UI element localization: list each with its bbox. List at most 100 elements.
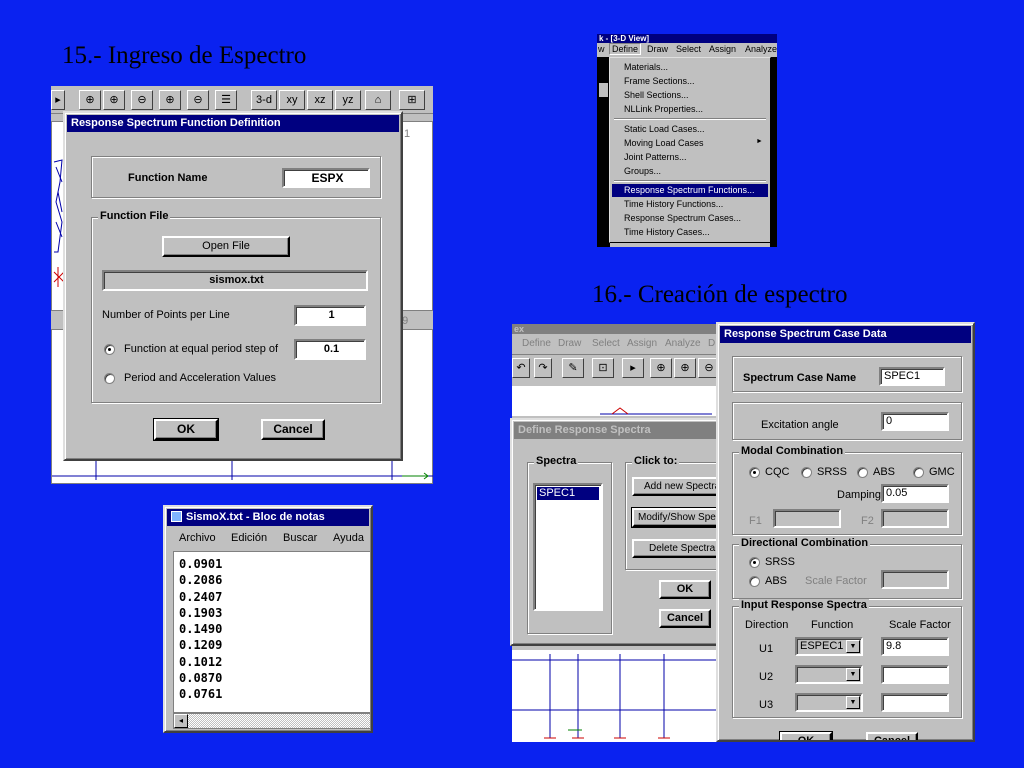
excitation-angle-input[interactable]: 0: [881, 412, 949, 431]
menu-edicion[interactable]: Edición: [231, 532, 267, 544]
u2-scale-input[interactable]: [881, 665, 949, 684]
chevron-down-icon[interactable]: ▼: [846, 696, 860, 709]
u1-scale-input[interactable]: 9.8: [881, 637, 949, 656]
zoom-in-icon[interactable]: ⊕: [674, 358, 696, 378]
period-step-input[interactable]: 0.1: [294, 339, 366, 360]
cad-view-bottom[interactable]: [512, 650, 724, 742]
open-file-button[interactable]: Open File: [162, 236, 290, 257]
pan-icon[interactable]: ☰: [215, 90, 237, 110]
menu-item-materials[interactable]: Materials...: [624, 62, 668, 72]
menubar-assign[interactable]: Assign: [709, 44, 736, 54]
function-name-input[interactable]: ESPX: [282, 168, 370, 188]
chevron-down-icon[interactable]: ▼: [846, 640, 860, 653]
equal-period-radio[interactable]: [104, 344, 115, 355]
menu-item-nllink-properties[interactable]: NLLink Properties...: [624, 104, 703, 114]
drs-title: Define Response Spectra: [514, 422, 720, 439]
damping-input[interactable]: 0.05: [881, 484, 949, 503]
notepad-menubar: Archivo Edición Buscar Ayuda: [167, 529, 371, 547]
menu-item-static-load-cases[interactable]: Static Load Cases...: [624, 124, 705, 134]
menubar-w[interactable]: w: [598, 44, 605, 54]
spectra-list[interactable]: SPEC1: [533, 483, 603, 611]
case-name-input[interactable]: SPEC1: [879, 367, 945, 386]
redo-icon[interactable]: ↷: [534, 358, 552, 378]
zoom-in-step-icon[interactable]: ⊕: [159, 90, 181, 110]
col-scale-header: Scale Factor: [889, 619, 951, 631]
define-menu-screenshot: k - [3-D View] w Define Draw Select Assi…: [597, 34, 777, 247]
u3-function-select[interactable]: ▼: [795, 693, 863, 712]
modal-srss-radio[interactable]: [801, 467, 812, 478]
zoom-out-step-icon[interactable]: ⊖: [187, 90, 209, 110]
menu-item-response-spectrum-functions[interactable]: Response Spectrum Functions...: [624, 185, 755, 195]
undo-icon[interactable]: ↶: [512, 358, 530, 378]
notepad-text-area[interactable]: 0.0901 0.2086 0.2407 0.1903 0.1490 0.120…: [173, 551, 371, 713]
file-name-display: sismox.txt: [102, 270, 368, 291]
menu-item-response-spectrum-cases[interactable]: Response Spectrum Cases...: [624, 213, 741, 223]
spectra-list-item[interactable]: SPEC1: [537, 487, 599, 500]
view-3d-button[interactable]: 3-d: [251, 90, 277, 110]
menubar-select[interactable]: Select: [676, 44, 701, 54]
modal-cqc-radio[interactable]: [749, 467, 760, 478]
chevron-down-icon[interactable]: ▼: [846, 668, 860, 681]
lock-icon[interactable]: ⊡: [592, 358, 614, 378]
pane-number-top: 1: [404, 128, 411, 140]
period-acceleration-radio[interactable]: [104, 373, 115, 384]
modal-gmc-radio[interactable]: [913, 467, 924, 478]
view-xy-button[interactable]: xy: [279, 90, 305, 110]
menubar-assign[interactable]: Assign: [627, 338, 657, 349]
modify-show-spectra-button[interactable]: Modify/Show Spectra: [631, 507, 722, 528]
menu-archivo[interactable]: Archivo: [179, 532, 216, 544]
view-xz-button[interactable]: xz: [307, 90, 333, 110]
zoom-window-icon[interactable]: ⊕: [650, 358, 672, 378]
rscd-cancel-button[interactable]: Cancel: [866, 732, 918, 740]
add-new-spectra-button[interactable]: Add new Spectra: [632, 477, 722, 496]
menubar-draw[interactable]: Draw: [647, 44, 668, 54]
notepad-horizontal-scrollbar[interactable]: ◂: [173, 713, 371, 729]
u2-function-select[interactable]: ▼: [795, 665, 863, 684]
menu-ayuda[interactable]: Ayuda: [333, 532, 364, 544]
modal-combination-label: Modal Combination: [739, 445, 846, 457]
menu-item-shell-sections[interactable]: Shell Sections...: [624, 90, 689, 100]
ok-button[interactable]: OK: [153, 418, 219, 441]
menu-item-moving-load-cases[interactable]: Moving Load Cases: [624, 138, 704, 148]
points-per-line-input[interactable]: 1: [294, 305, 366, 326]
menubar-select[interactable]: Select: [592, 338, 620, 349]
dir-srss-radio[interactable]: [749, 557, 760, 568]
scroll-left-arrow-icon[interactable]: ◂: [174, 714, 188, 728]
perspective-icon[interactable]: ⌂: [365, 90, 391, 110]
menu-item-time-history-functions[interactable]: Time History Functions...: [624, 199, 723, 209]
delete-spectra-button[interactable]: Delete Spectra: [632, 539, 722, 558]
u2-label: U2: [759, 671, 774, 683]
snap-grid-icon[interactable]: ⊞: [399, 90, 425, 110]
zoom-window-icon[interactable]: ⊕: [79, 90, 101, 110]
pencil-icon[interactable]: ✎: [562, 358, 584, 378]
dir-abs-radio[interactable]: [749, 576, 760, 587]
u3-scale-input[interactable]: [881, 693, 949, 712]
u1-function-select[interactable]: ESPEC1 ▼: [795, 637, 863, 656]
run-icon[interactable]: ▸: [622, 358, 644, 378]
view-yz-button[interactable]: yz: [335, 90, 361, 110]
menubar-analyze[interactable]: Analyze: [665, 338, 701, 349]
zoom-in-icon[interactable]: ⊕: [103, 90, 125, 110]
cancel-button[interactable]: Cancel: [261, 419, 325, 440]
play-icon[interactable]: ▸: [51, 90, 65, 110]
notepad-line: 0.0761: [179, 687, 223, 702]
menu-item-joint-patterns[interactable]: Joint Patterns...: [624, 152, 687, 162]
menu-item-frame-sections[interactable]: Frame Sections...: [624, 76, 695, 86]
zoom-previous-icon[interactable]: ⊖: [131, 90, 153, 110]
spectra-group-label: Spectra: [534, 455, 579, 467]
menu-item-groups[interactable]: Groups...: [624, 166, 661, 176]
menubar-draw[interactable]: Draw: [558, 338, 581, 349]
menubar-display[interactable]: D: [708, 338, 715, 349]
rscd-ok-button[interactable]: OK: [779, 731, 833, 740]
menu-buscar[interactable]: Buscar: [283, 532, 317, 544]
menu-item-time-history-cases[interactable]: Time History Cases...: [624, 227, 710, 237]
drs-ok-button[interactable]: OK: [659, 580, 711, 599]
cad-view-top[interactable]: [512, 386, 724, 416]
menubar-analyze[interactable]: Analyze: [745, 44, 777, 54]
drs-cancel-button[interactable]: Cancel: [659, 609, 711, 628]
menubar-define[interactable]: Define: [522, 338, 551, 349]
menubar-define[interactable]: Define: [609, 43, 642, 55]
u1-function-value: ESPEC1: [800, 640, 844, 652]
f2-input: [881, 509, 949, 528]
modal-abs-radio[interactable]: [857, 467, 868, 478]
